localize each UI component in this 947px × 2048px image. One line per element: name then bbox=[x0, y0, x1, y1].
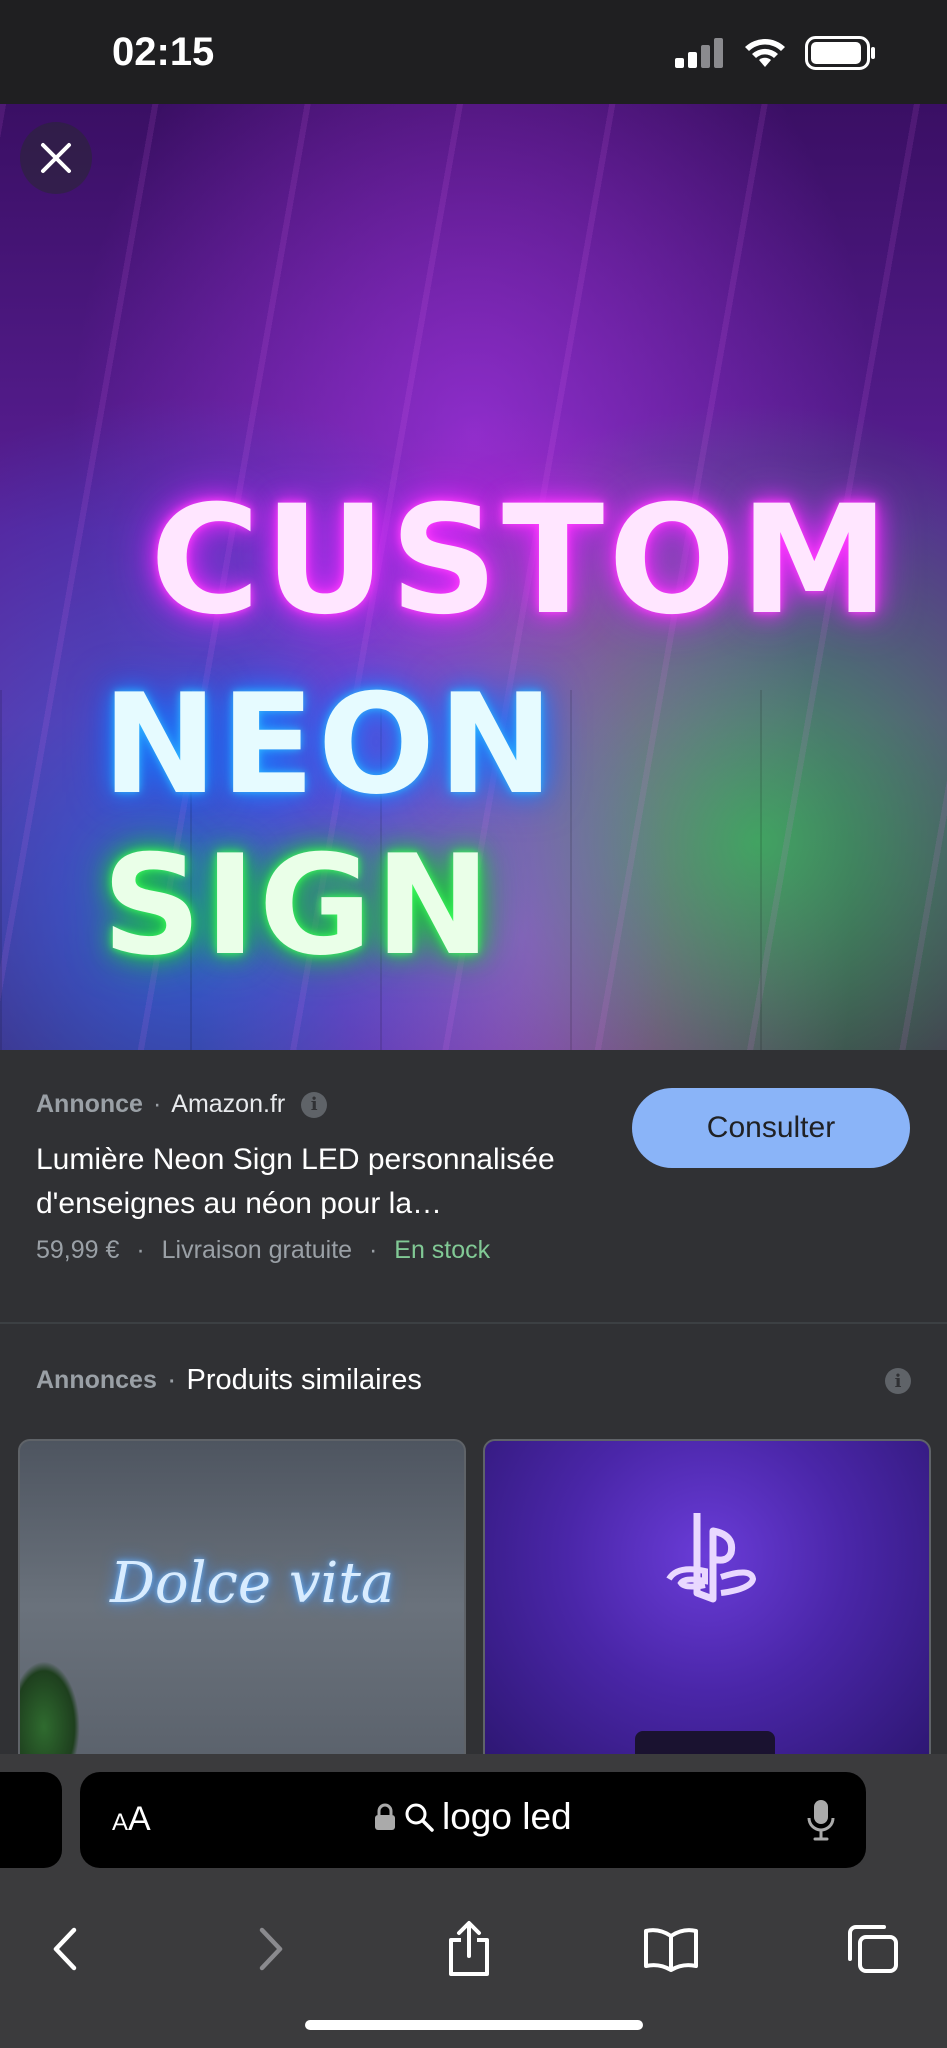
info-icon[interactable]: i bbox=[885, 1368, 911, 1394]
info-icon[interactable]: i bbox=[301, 1091, 328, 1118]
home-indicator[interactable] bbox=[305, 2020, 643, 2030]
tabs-button[interactable] bbox=[838, 1914, 908, 1984]
close-icon bbox=[41, 143, 71, 173]
navigation-row bbox=[0, 1894, 947, 1994]
battery-icon bbox=[805, 36, 875, 70]
ad-price: 59,99 € bbox=[36, 1236, 120, 1264]
consult-button[interactable]: Consulter bbox=[632, 1088, 910, 1168]
reader-settings-button[interactable]: AA bbox=[112, 1800, 151, 1839]
status-time: 02:15 bbox=[112, 30, 215, 74]
neon-text-line2: NEON SIGN bbox=[102, 664, 947, 986]
share-button[interactable] bbox=[434, 1914, 504, 1984]
forward-button[interactable] bbox=[236, 1914, 306, 1984]
close-button[interactable] bbox=[20, 122, 92, 194]
signal-icon bbox=[675, 38, 723, 68]
separator: · bbox=[166, 1364, 177, 1396]
search-icon bbox=[405, 1803, 434, 1832]
neon-text-sign: SIGN bbox=[102, 825, 494, 986]
wifi-icon bbox=[745, 39, 785, 67]
similar-products-section: Annonces · Produits similaires i Dolce v… bbox=[0, 1324, 947, 1773]
tabs-icon bbox=[848, 1925, 898, 1973]
ad-title[interactable]: Lumière Neon Sign LED personnalisée d'en… bbox=[36, 1138, 616, 1226]
url-text: logo led bbox=[442, 1796, 572, 1837]
separator: · bbox=[369, 1236, 378, 1264]
lock-icon bbox=[375, 1803, 395, 1830]
aa-small: A bbox=[112, 1809, 129, 1836]
back-icon bbox=[53, 1927, 77, 1971]
previous-tab-peek[interactable] bbox=[0, 1772, 62, 1868]
ad-site[interactable]: Amazon.fr bbox=[171, 1090, 285, 1119]
ad-details: 59,99 € · Livraison gratuite · En stock bbox=[36, 1236, 490, 1265]
product-image: CUSTOM NEON SIGN bbox=[0, 104, 947, 1050]
similar-header: Annonces · Produits similaires bbox=[36, 1364, 422, 1397]
ad-meta: Annonce · Amazon.fr i bbox=[36, 1090, 328, 1119]
playstation-logo-icon bbox=[666, 1513, 757, 1603]
similar-title: Produits similaires bbox=[186, 1364, 422, 1396]
forward-icon bbox=[259, 1927, 283, 1971]
bookmarks-icon bbox=[644, 1928, 698, 1972]
neon-text-dolce-vita: Dolce vita bbox=[110, 1551, 395, 1616]
mic-icon[interactable] bbox=[806, 1798, 836, 1842]
product-card-playstation[interactable] bbox=[483, 1439, 931, 1773]
aa-large: A bbox=[128, 1800, 151, 1838]
ad-shipping: Livraison gratuite bbox=[161, 1236, 353, 1264]
neon-text-custom: CUSTOM bbox=[150, 474, 894, 648]
address-bar[interactable]: AA logo led bbox=[80, 1772, 866, 1868]
status-bar: 02:15 bbox=[0, 0, 947, 104]
separator: · bbox=[136, 1236, 145, 1264]
ad-availability: En stock bbox=[394, 1236, 491, 1264]
back-button[interactable] bbox=[30, 1914, 100, 1984]
neon-text-neon: NEON bbox=[102, 664, 557, 825]
ad-label: Annonce bbox=[36, 1090, 143, 1118]
url-display[interactable]: logo led bbox=[374, 1796, 572, 1838]
ad-section: Annonce · Amazon.fr i Lumière Neon Sign … bbox=[0, 1050, 947, 1324]
similar-ads-label: Annonces bbox=[36, 1366, 157, 1394]
status-icons bbox=[675, 36, 877, 70]
bookmarks-button[interactable] bbox=[636, 1914, 706, 1984]
separator: · bbox=[152, 1090, 162, 1118]
share-icon bbox=[449, 1921, 489, 1976]
browser-toolbar: AA logo led bbox=[0, 1754, 947, 2048]
product-card-dolce-vita[interactable]: Dolce vita bbox=[18, 1439, 466, 1773]
